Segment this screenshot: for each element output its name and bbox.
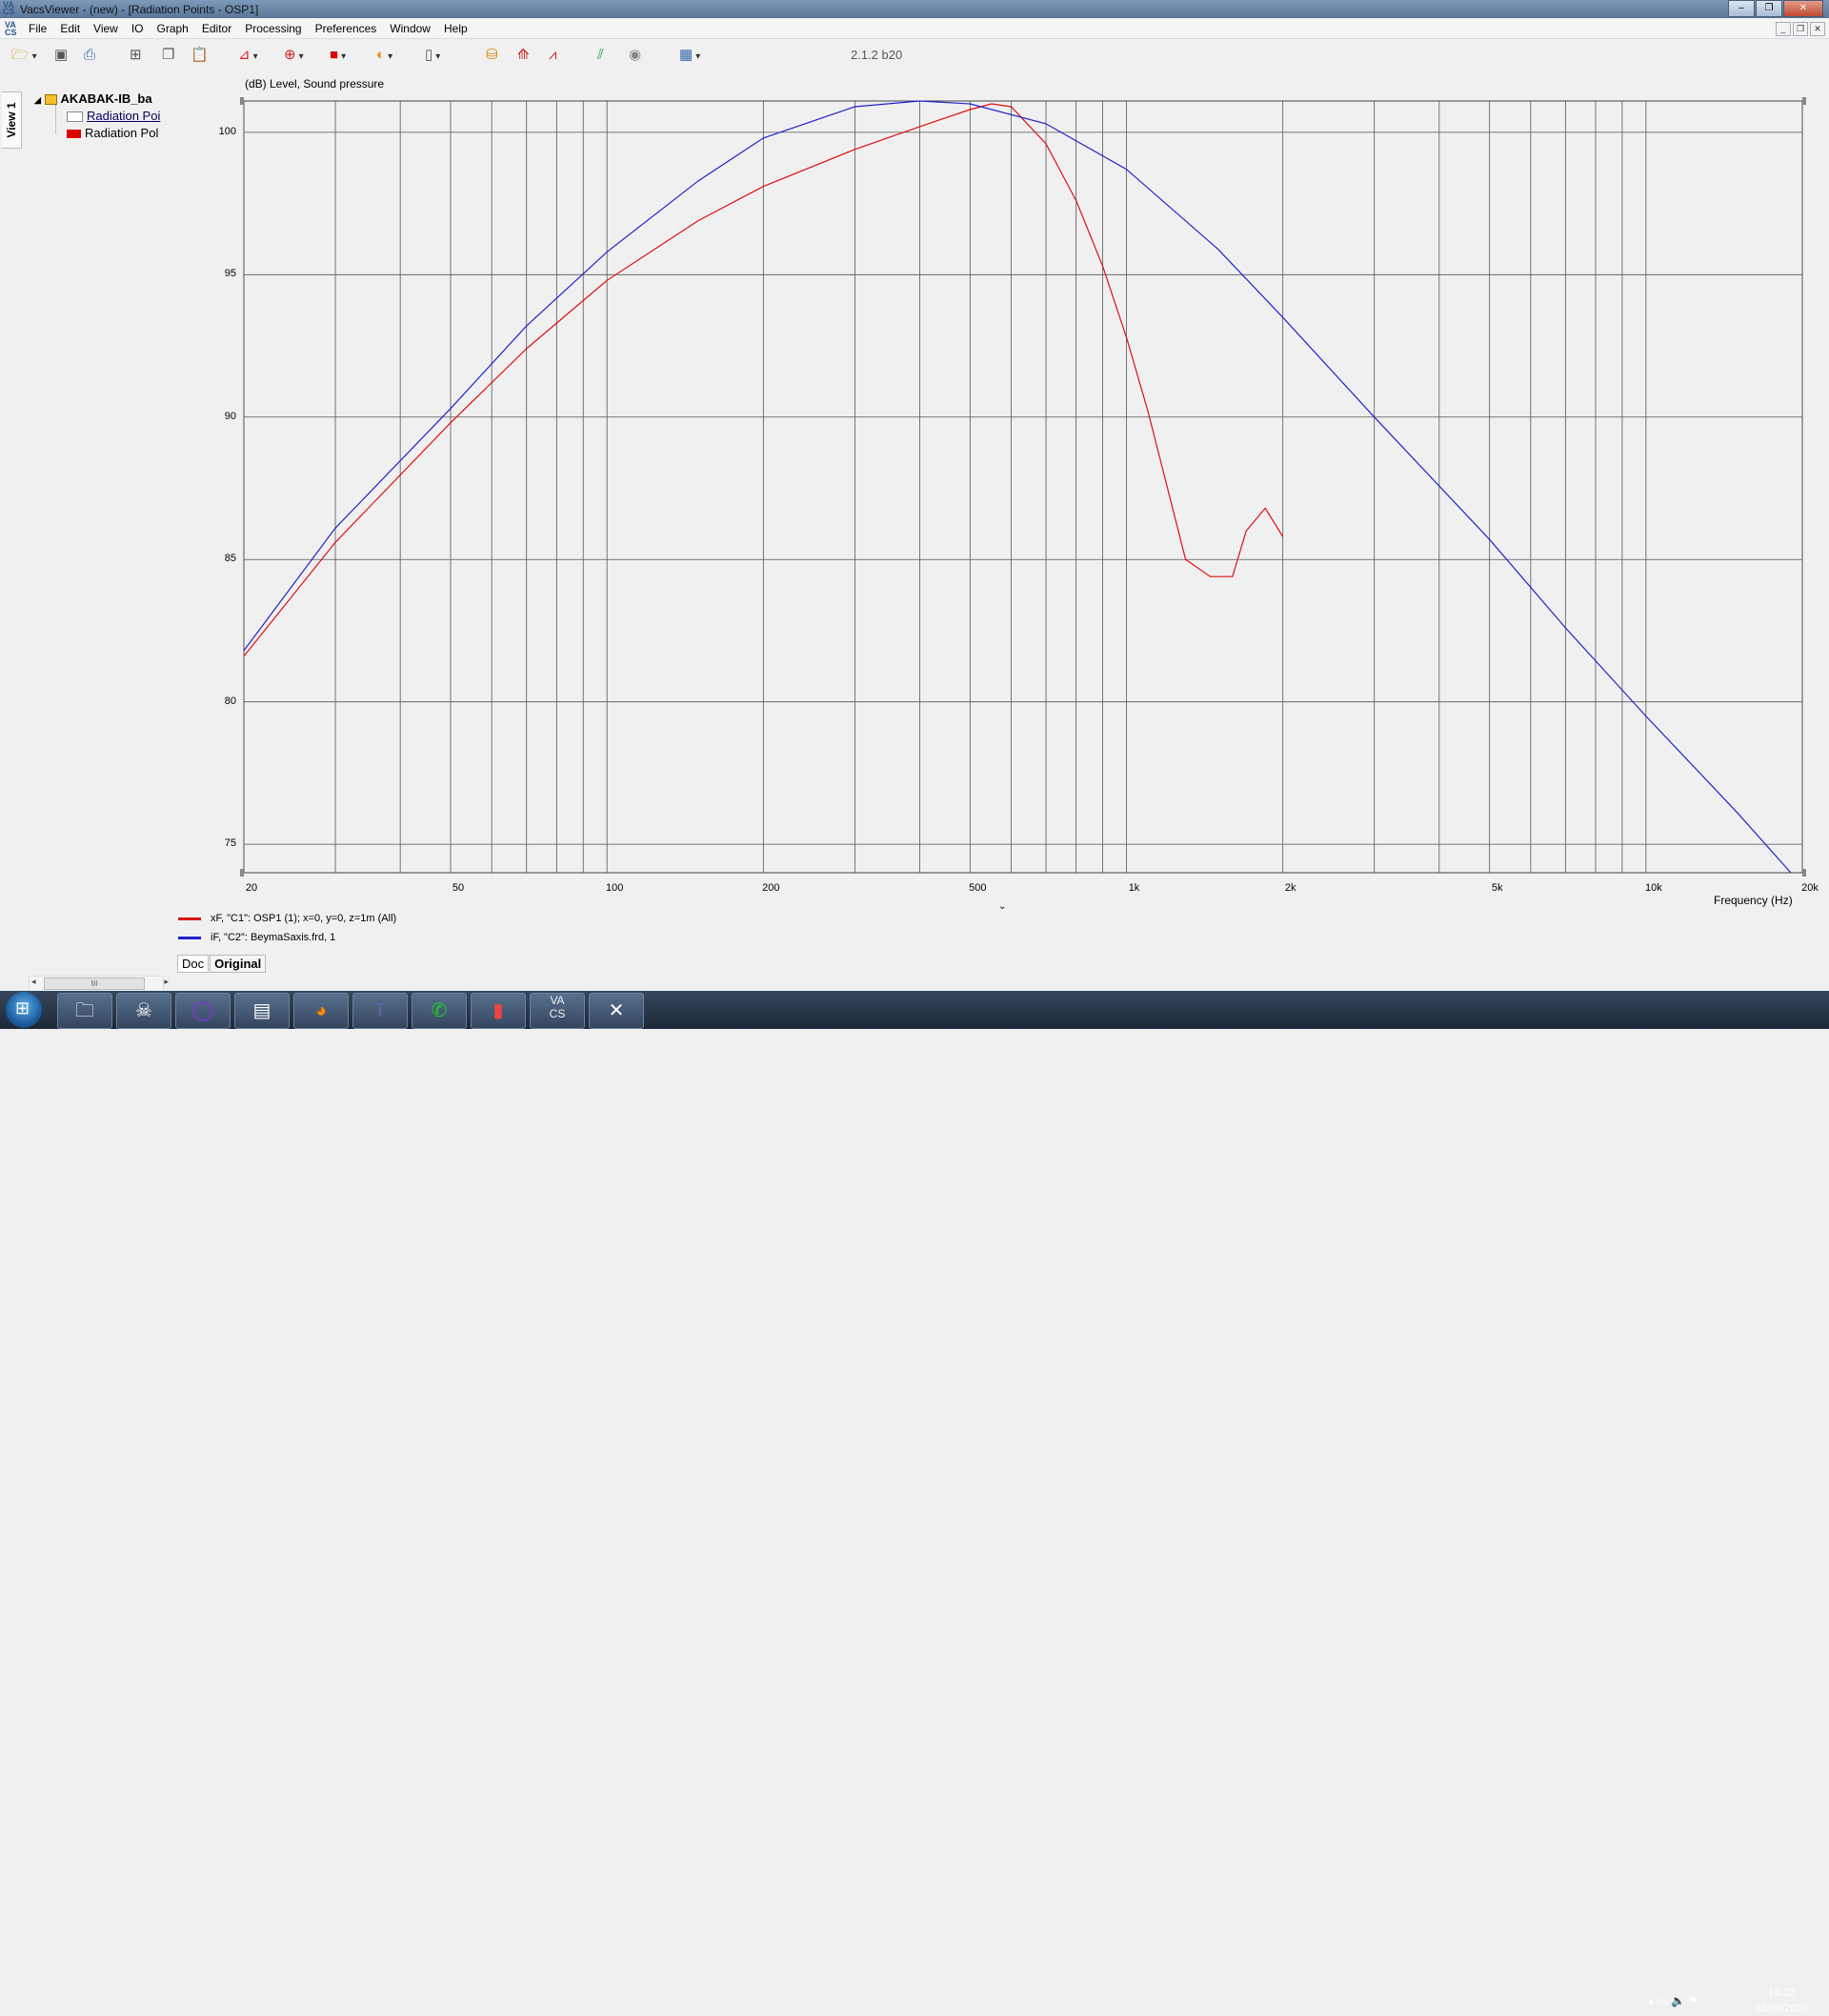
x-tick-label: 20k bbox=[1801, 882, 1819, 894]
x-tick-label: 200 bbox=[762, 882, 780, 894]
scroll-left-icon[interactable]: ◂ bbox=[31, 977, 36, 987]
whatsapp-icon[interactable]: ✆ bbox=[412, 993, 467, 1029]
y-tick-label: 90 bbox=[224, 410, 236, 422]
scroll-right-icon[interactable]: ▸ bbox=[164, 977, 169, 987]
document-tabs: Doc Original bbox=[177, 955, 267, 973]
x-tick-label: 5k bbox=[1491, 882, 1503, 894]
clock[interactable]: 14:32 02/09/2020 bbox=[1743, 1986, 1819, 2016]
legend-label: iF, "C2": BeymaSaxis.frd, 1 bbox=[211, 932, 336, 943]
taskbar: ⊞ 🗀 ☠ ◯ ▤ ◕ T ✆ ▮ VA CS ✕ ▴ ▭ 🔈 ⚑ 14:32 0… bbox=[0, 991, 1829, 2014]
axis-marker bbox=[1802, 869, 1806, 877]
x-tick-label: 500 bbox=[969, 882, 987, 894]
teams-icon[interactable]: T bbox=[352, 993, 408, 1029]
legend-item-red[interactable]: xF, "C1": OSP1 (1); x=0, y=0, z=1m (All) bbox=[178, 913, 396, 924]
excel-icon[interactable]: ▤ bbox=[234, 993, 290, 1029]
y-tick-label: 85 bbox=[224, 553, 236, 565]
blue-swatch bbox=[178, 936, 201, 939]
axis-marker bbox=[240, 869, 244, 877]
start-button[interactable]: ⊞ bbox=[6, 992, 42, 1028]
circle-app-icon[interactable]: ◯ bbox=[175, 993, 231, 1029]
plot-area bbox=[243, 100, 1803, 874]
tray-icons[interactable]: ▴ ▭ 🔈 ⚑ bbox=[1648, 1994, 1698, 2007]
y-tick-label: 75 bbox=[224, 837, 236, 850]
x-tick-label: 100 bbox=[605, 882, 624, 894]
tab-original[interactable]: Original bbox=[210, 955, 267, 973]
firefox-icon[interactable]: ◕ bbox=[293, 993, 349, 1029]
usb-icon[interactable]: ▮ bbox=[471, 993, 526, 1029]
x-tick-label: 20 bbox=[245, 882, 258, 894]
red-swatch bbox=[178, 917, 201, 920]
y-tick-label: 80 bbox=[224, 695, 236, 707]
explorer-icon[interactable]: 🗀 bbox=[57, 993, 112, 1029]
windows-logo-icon: ⊞ bbox=[15, 998, 30, 1018]
legend-label: xF, "C1": OSP1 (1); x=0, y=0, z=1m (All) bbox=[211, 913, 397, 924]
x-tick-label: 2k bbox=[1284, 882, 1296, 894]
x-tick-label: 50 bbox=[452, 882, 465, 894]
x-tick-label: 10k bbox=[1644, 882, 1662, 894]
tab-doc[interactable]: Doc bbox=[177, 955, 210, 973]
legend-item-blue[interactable]: iF, "C2": BeymaSaxis.frd, 1 bbox=[178, 932, 335, 943]
scroll-thumb[interactable]: III bbox=[44, 978, 145, 990]
chevron-down-icon[interactable]: ⌄ bbox=[998, 901, 1006, 912]
clock-date: 02/09/2020 bbox=[1755, 2003, 1808, 2014]
clock-time: 14:32 bbox=[1768, 1987, 1795, 1999]
x-tick-label: 1k bbox=[1128, 882, 1140, 894]
horizontal-scrollbar[interactable]: ◂ III ▸ bbox=[29, 976, 169, 992]
frequency-response-chart[interactable] bbox=[0, 0, 1829, 1029]
alien-app-icon[interactable]: ☠ bbox=[116, 993, 171, 1029]
axis-marker bbox=[240, 97, 244, 105]
axis-marker bbox=[1802, 97, 1806, 105]
x-app-icon[interactable]: ✕ bbox=[589, 993, 644, 1029]
y-tick-label: 100 bbox=[218, 125, 236, 137]
vacs-icon[interactable]: VA CS bbox=[530, 993, 585, 1029]
y-tick-label: 95 bbox=[224, 268, 236, 280]
